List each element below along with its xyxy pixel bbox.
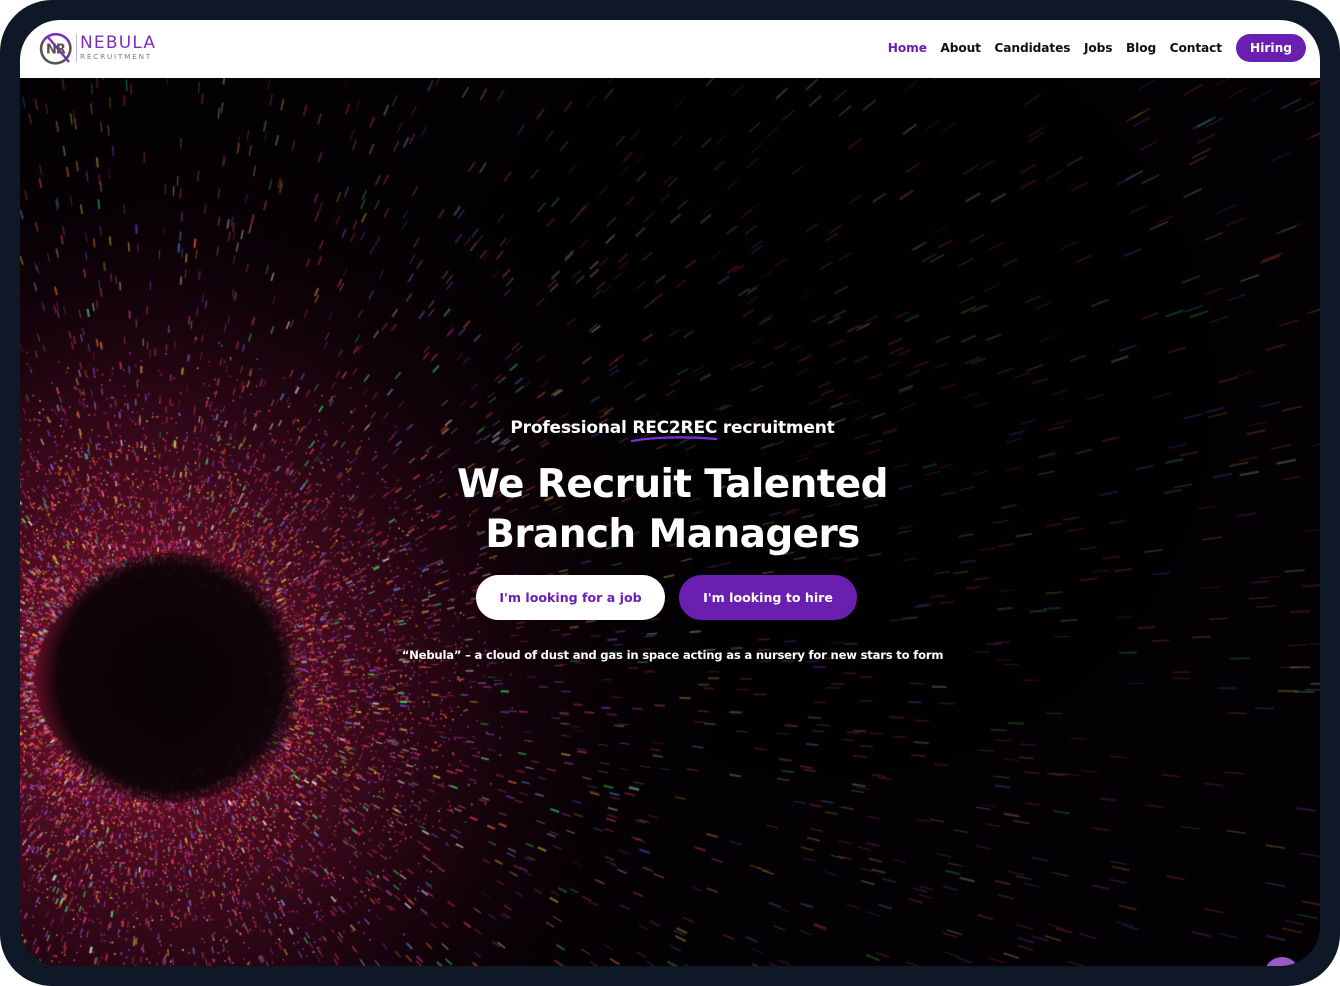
site-logo[interactable]: NR NEBULA RECRUITMENT [38, 28, 156, 68]
nebula-definition: “Nebula” – a cloud of dust and gas in sp… [401, 648, 944, 662]
site-header: NR NEBULA RECRUITMENT Home About Candida… [20, 20, 1320, 78]
nav-home[interactable]: Home [888, 41, 927, 55]
underline-swash-icon [631, 436, 718, 443]
tagline-prefix: Professional [510, 418, 627, 438]
svg-text:NR: NR [46, 43, 66, 58]
nav-blog[interactable]: Blog [1126, 41, 1156, 55]
headline-line-1: We Recruit Talented [457, 462, 889, 507]
logo-divider [76, 34, 77, 62]
browser-screen: NR NEBULA RECRUITMENT Home About Candida… [20, 20, 1320, 966]
looking-for-job-button[interactable]: I'm looking for a job [476, 575, 665, 620]
hero-actions: I'm looking for a job I'm looking to hir… [476, 575, 857, 620]
hero-headline: We Recruit Talented Branch Managers [20, 460, 1320, 560]
nav-candidates[interactable]: Candidates [994, 41, 1070, 55]
hiring-button[interactable]: Hiring [1236, 34, 1306, 62]
looking-to-hire-button[interactable]: I'm looking to hire [679, 575, 857, 620]
tagline-highlight: REC2REC [631, 418, 718, 443]
logo-subtitle: RECRUITMENT [80, 52, 152, 62]
nav-contact[interactable]: Contact [1170, 41, 1223, 55]
hero-content: Professional REC2REC recruitment We Recr… [20, 78, 1320, 966]
headline-line-2: Branch Managers [485, 512, 860, 557]
nav-about[interactable]: About [940, 41, 981, 55]
nav-jobs[interactable]: Jobs [1084, 41, 1113, 55]
hero-section: Professional REC2REC recruitment We Recr… [20, 78, 1320, 966]
tagline-suffix: recruitment [722, 418, 835, 438]
main-nav: Home About Candidates Jobs Blog Contact … [874, 34, 1306, 62]
nr-monogram-icon: NR [38, 30, 74, 66]
hero-tagline: Professional REC2REC recruitment [20, 418, 1320, 443]
device-frame: NR NEBULA RECRUITMENT Home About Candida… [0, 0, 1340, 986]
logo-wordmark: NEBULA RECRUITMENT [80, 33, 157, 62]
logo-name: NEBULA [80, 33, 157, 54]
